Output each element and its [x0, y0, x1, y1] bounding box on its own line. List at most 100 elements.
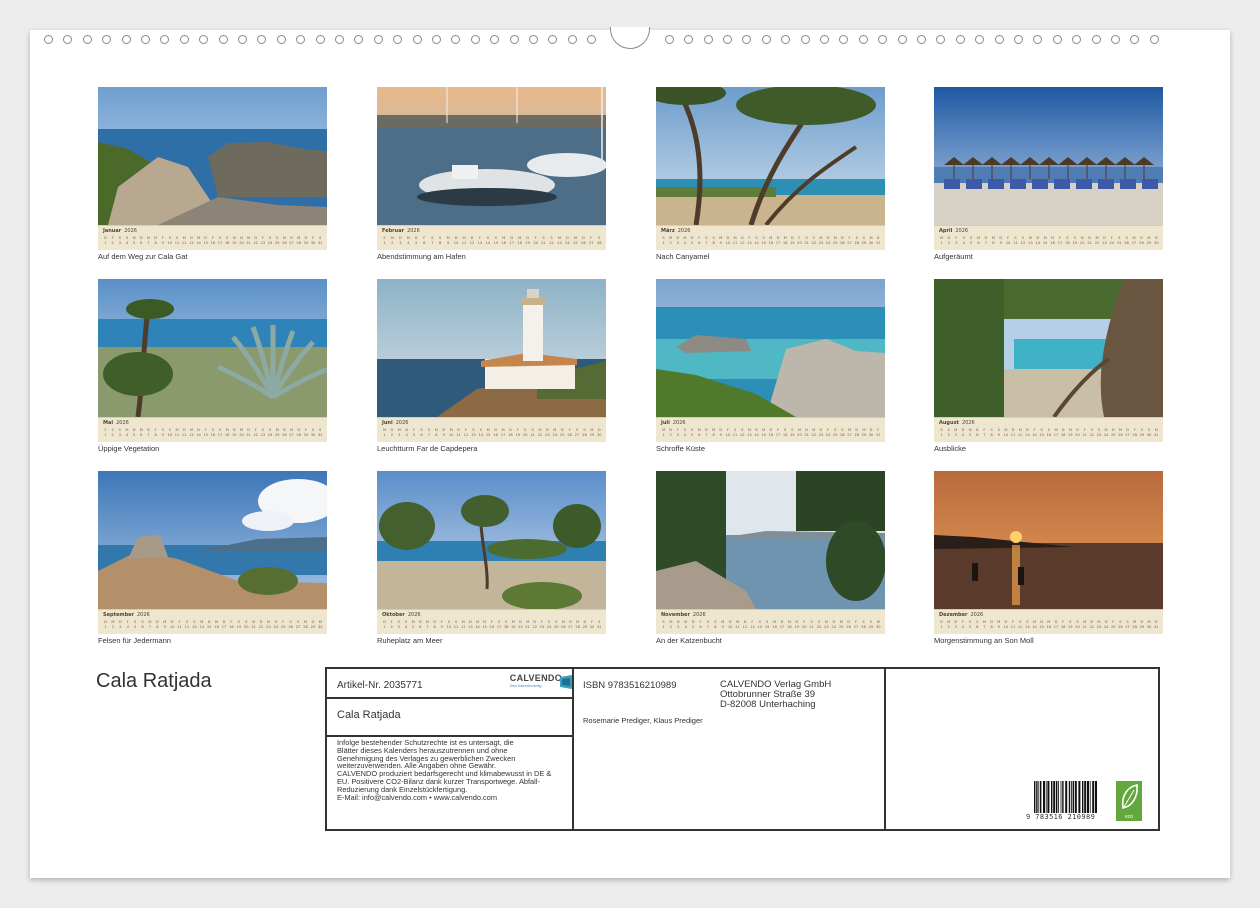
binding-ring — [412, 35, 422, 44]
day-cell: F7 — [983, 428, 986, 437]
legal-text: Infolge bestehender Schutzrechte ist es … — [337, 739, 569, 801]
day-cell: M 14 — [475, 620, 480, 629]
day-cell: S 25 — [274, 236, 280, 245]
day-cell: S7 — [706, 620, 710, 629]
day-cell: S8 — [990, 428, 993, 437]
month-name: Januar 2026 — [103, 228, 137, 234]
day-cell: F 13 — [747, 236, 752, 245]
publisher-address: CALVENDO Verlag GmbH Ottobrunner Straße 3… — [720, 680, 831, 710]
day-cell: F 26 — [567, 428, 572, 437]
day-cell: M 23 — [557, 236, 562, 245]
day-cell: F 17 — [1057, 236, 1063, 245]
day-cell: D 28 — [854, 428, 859, 437]
day-cell: M8 — [712, 428, 716, 437]
day-cell: F 30 — [310, 236, 316, 245]
day-cell: M 17 — [1053, 428, 1059, 437]
binding-ring — [432, 35, 441, 44]
day-cell: D7 — [147, 428, 150, 437]
day-strip: Dezember 2026 D 1 M 2 D 3 F 4 S 5 S 6 M 7 D 8 M 9 D 10 F 11 S 12 S… — [934, 609, 1163, 634]
eco-badge: eco — [1116, 781, 1142, 821]
day-cell: D 17 — [1053, 620, 1059, 629]
binding-ring — [1052, 35, 1062, 44]
day-cell: M 25 — [573, 236, 578, 245]
month-name: Juni 2026 — [382, 420, 408, 426]
day-cell: S5 — [690, 428, 694, 437]
day-cell: S4 — [962, 236, 965, 245]
day-cell: D7 — [705, 428, 708, 437]
day-cell: S 31 — [317, 428, 323, 437]
month-year: 2026 — [955, 228, 969, 234]
day-cell: D 12 — [742, 620, 748, 629]
day-cell: S 14 — [754, 236, 759, 245]
photo-caption: Felsen für Jedermann — [98, 636, 171, 645]
day-cell: M1 — [382, 428, 387, 437]
binding-ring — [218, 35, 228, 44]
day-cell: M 21 — [525, 620, 530, 629]
binding-ring — [1149, 35, 1159, 44]
logo-subtext: Dein Kalenderverlag — [509, 684, 542, 688]
day-cell: D 19 — [232, 428, 237, 437]
day-cell: M 23 — [266, 620, 271, 629]
calendar-title: Cala Ratjada — [96, 670, 212, 692]
day-cell: S 26 — [288, 620, 293, 629]
day-cell: D3 — [676, 236, 680, 245]
day-cell: M 23 — [818, 236, 824, 245]
month-name-text: Mai — [103, 420, 114, 426]
authors: Rosemarie Prediger, Klaus Prediger — [583, 716, 703, 725]
day-cell: M 16 — [768, 236, 774, 245]
day-cell: D 19 — [525, 236, 530, 245]
day-cell: S7 — [705, 236, 708, 245]
photo-caption: Abendstimmung am Hafen — [377, 252, 466, 261]
binding-ring — [160, 35, 170, 44]
day-cell: F 13 — [477, 236, 483, 245]
day-cell: S 20 — [522, 428, 528, 437]
day-cell: D 30 — [868, 428, 874, 437]
day-cell: M7 — [146, 236, 150, 245]
month-block: Februar 2026 S 1 M 2 D 3 M 4 D 5 F 6 S 7 S 8 M 9 D 10 M 11 D 12 F 1… — [377, 87, 606, 261]
day-cell: D 16 — [493, 428, 498, 437]
day-cell: S 13 — [192, 620, 197, 629]
month-block: November 2026 S 1 M 2 D 3 M 4 D 5 F 6 S 7 S 8 M 9 D 10 M 11 D 12 F… — [656, 471, 885, 645]
day-cell: D 15 — [206, 620, 212, 629]
day-cell: M 29 — [1146, 236, 1152, 245]
day-cell: S 12 — [1017, 620, 1023, 629]
day-cell: M 19 — [511, 620, 516, 629]
month-photo — [377, 87, 606, 225]
day-cell: D 17 — [779, 620, 785, 629]
binding-ring — [393, 35, 403, 44]
month-photo — [98, 471, 327, 609]
day-cell: S4 — [125, 236, 129, 245]
day-cell: D 29 — [303, 236, 309, 245]
month-name: April 2026 — [939, 228, 968, 234]
day-cell: S 28 — [582, 428, 587, 437]
day-cell: F6 — [423, 236, 426, 245]
day-cell: M9 — [997, 620, 1001, 629]
day-cell: S1 — [940, 428, 943, 437]
day-cell: D3 — [676, 620, 680, 629]
photo-caption: Nach Canyamel — [656, 252, 710, 261]
day-strip: September 2026 D 1 M 2 D 3 F 4 S 5 S 6 M 7 D 8 M 9 D 10 F 11 S 12… — [98, 609, 327, 634]
day-cell: D 10 — [727, 620, 733, 629]
day-cell: M 21 — [251, 620, 256, 629]
day-cell: D 14 — [196, 428, 201, 437]
day-cell: D 15 — [203, 236, 208, 245]
day-strip: Februar 2026 S 1 M 2 D 3 M 4 D 5 F 6 S 7 S 8 M 9 D 10 M 11 D 12 F 1… — [377, 225, 606, 250]
photo-caption: Aufgeräumt — [934, 252, 973, 261]
day-cell: M 28 — [575, 620, 580, 629]
day-cell: S 29 — [1139, 428, 1145, 437]
box-title-row: Cala Ratjada — [327, 699, 572, 737]
day-cell: M 12 — [181, 236, 187, 245]
day-cell: M 24 — [1103, 428, 1109, 437]
day-cell: S 16 — [1046, 428, 1052, 437]
day-cell: M9 — [721, 620, 725, 629]
month-year: 2026 — [961, 420, 975, 426]
day-cell: M7 — [425, 620, 429, 629]
day-cell: S 13 — [1025, 620, 1030, 629]
day-cell: S 29 — [868, 620, 874, 629]
day-cell: M 11 — [732, 236, 738, 245]
day-cell: S 25 — [553, 620, 559, 629]
day-cell: F 20 — [797, 236, 802, 245]
binding-ring — [975, 35, 985, 44]
day-cell: S 12 — [739, 428, 745, 437]
day-cell: S3 — [397, 620, 400, 629]
